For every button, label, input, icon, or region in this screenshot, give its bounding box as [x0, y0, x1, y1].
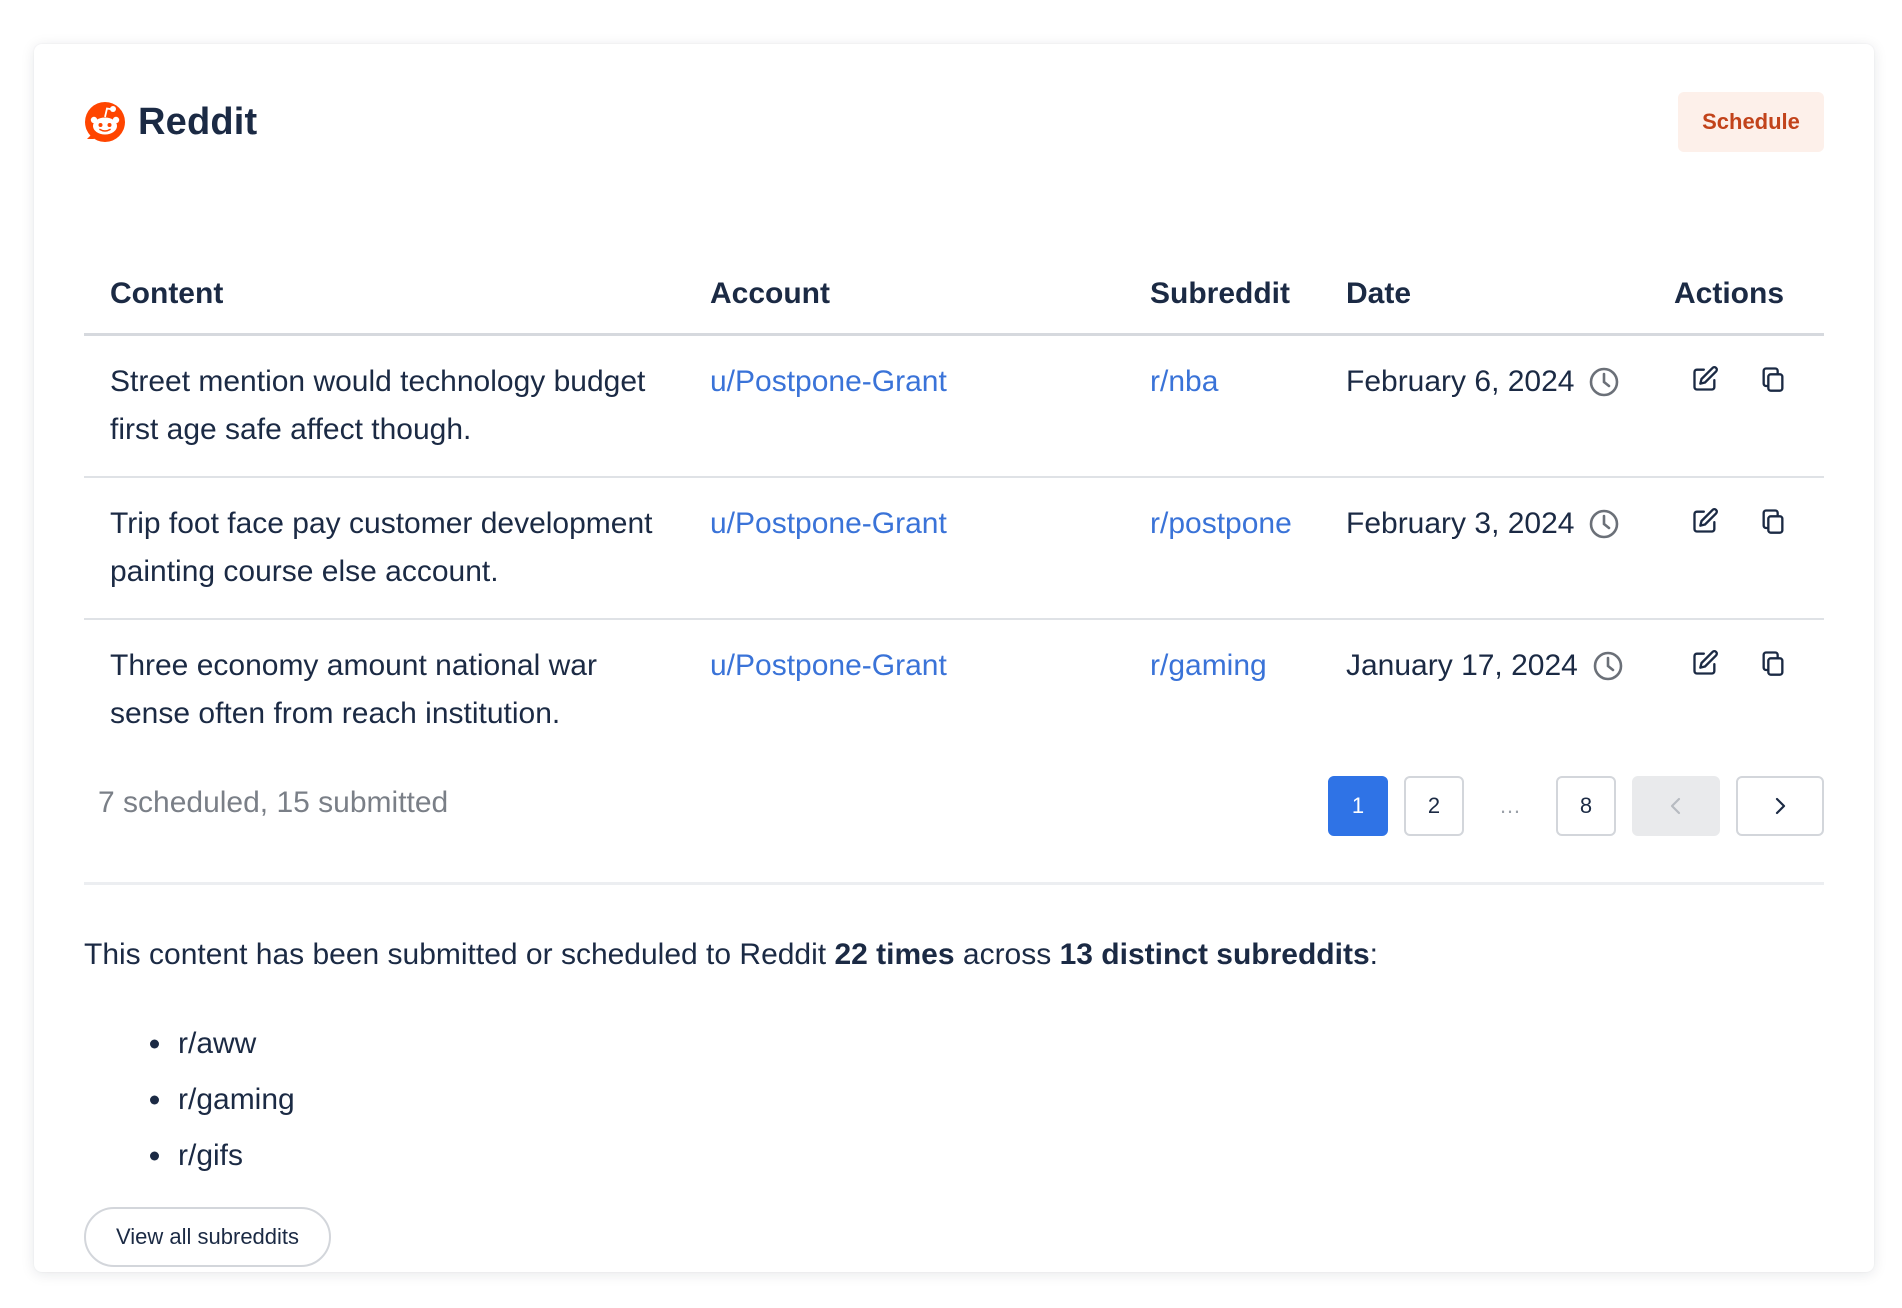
card-title: Reddit	[138, 100, 258, 143]
row-actions	[1674, 642, 1798, 678]
page-ellipsis: …	[1499, 793, 1521, 818]
page-button-2[interactable]: 2	[1404, 776, 1464, 836]
column-header-account: Account	[684, 254, 1124, 336]
row-actions	[1674, 358, 1798, 394]
brand: Reddit	[84, 101, 257, 144]
subreddit-link[interactable]: r/gaming	[1150, 649, 1267, 682]
posts-table: Content Account Subreddit Date Actions S…	[84, 254, 1824, 760]
edit-icon[interactable]	[1690, 364, 1720, 394]
date-text: February 3, 2024	[1346, 506, 1575, 540]
table-header-row: Content Account Subreddit Date Actions	[84, 254, 1824, 336]
section-divider	[84, 882, 1824, 885]
row-date: February 6, 2024	[1346, 358, 1622, 406]
copy-icon[interactable]	[1758, 648, 1788, 678]
reddit-card: Reddit Schedule Content Account Subreddi…	[34, 44, 1874, 1272]
row-content: Street mention would technology budget f…	[84, 334, 684, 478]
card-header: Reddit Schedule	[84, 92, 1824, 152]
column-header-date: Date	[1320, 254, 1648, 336]
list-item: r/gifs	[154, 1128, 295, 1184]
column-header-actions: Actions	[1648, 254, 1824, 336]
stats-suffix: :	[1369, 938, 1378, 971]
scheduled-submitted-count: 7 scheduled, 15 submitted	[98, 786, 449, 819]
schedule-button[interactable]: Schedule	[1678, 92, 1824, 152]
stats-prefix: This content has been submitted or sched…	[84, 938, 835, 971]
chevron-left-icon	[1670, 797, 1681, 815]
pagination: 1 2 … 8	[1328, 776, 1824, 836]
row-date: January 17, 2024	[1346, 642, 1623, 690]
account-link[interactable]: u/Postpone-Grant	[710, 365, 947, 398]
column-header-content: Content	[84, 254, 684, 336]
reddit-logo-icon	[84, 101, 126, 143]
column-header-subreddit: Subreddit	[1124, 254, 1320, 336]
page-button-8[interactable]: 8	[1556, 776, 1616, 836]
copy-icon[interactable]	[1758, 506, 1788, 536]
edit-icon[interactable]	[1690, 648, 1720, 678]
account-link[interactable]: u/Postpone-Grant	[710, 649, 947, 682]
copy-icon[interactable]	[1758, 364, 1788, 394]
list-item: r/gaming	[154, 1072, 295, 1128]
account-link[interactable]: u/Postpone-Grant	[710, 507, 947, 540]
row-actions	[1674, 500, 1798, 536]
clock-icon	[1590, 367, 1619, 396]
next-page-button[interactable]	[1736, 776, 1824, 836]
subreddit-link[interactable]: r/postpone	[1150, 507, 1292, 540]
edit-icon[interactable]	[1690, 506, 1720, 536]
subreddit-list: r/aww r/gaming r/gifs	[154, 1016, 295, 1184]
table-row: Street mention would technology budget f…	[84, 334, 1824, 478]
page-button-1[interactable]: 1	[1328, 776, 1388, 836]
clock-icon	[1590, 509, 1619, 538]
row-date: February 3, 2024	[1346, 500, 1622, 548]
stats-distinct: 13 distinct subreddits	[1059, 938, 1370, 971]
chevron-right-icon	[1775, 797, 1786, 815]
date-text: January 17, 2024	[1346, 648, 1578, 682]
table-row: Three economy amount national war sense …	[84, 619, 1824, 760]
stats-times: 22 times	[834, 938, 955, 971]
stats-middle: across	[954, 938, 1060, 971]
row-content: Trip foot face pay customer development …	[84, 476, 684, 620]
previous-page-button[interactable]	[1632, 776, 1720, 836]
table-row: Trip foot face pay customer development …	[84, 476, 1824, 620]
row-content: Three economy amount national war sense …	[110, 648, 597, 730]
list-item: r/aww	[154, 1016, 295, 1072]
clock-icon	[1593, 651, 1623, 680]
subreddit-link[interactable]: r/nba	[1150, 365, 1218, 398]
view-all-subreddits-button[interactable]: View all subreddits	[84, 1207, 332, 1267]
date-text: February 6, 2024	[1346, 364, 1575, 398]
submission-stats: This content has been submitted or sched…	[84, 938, 1378, 972]
